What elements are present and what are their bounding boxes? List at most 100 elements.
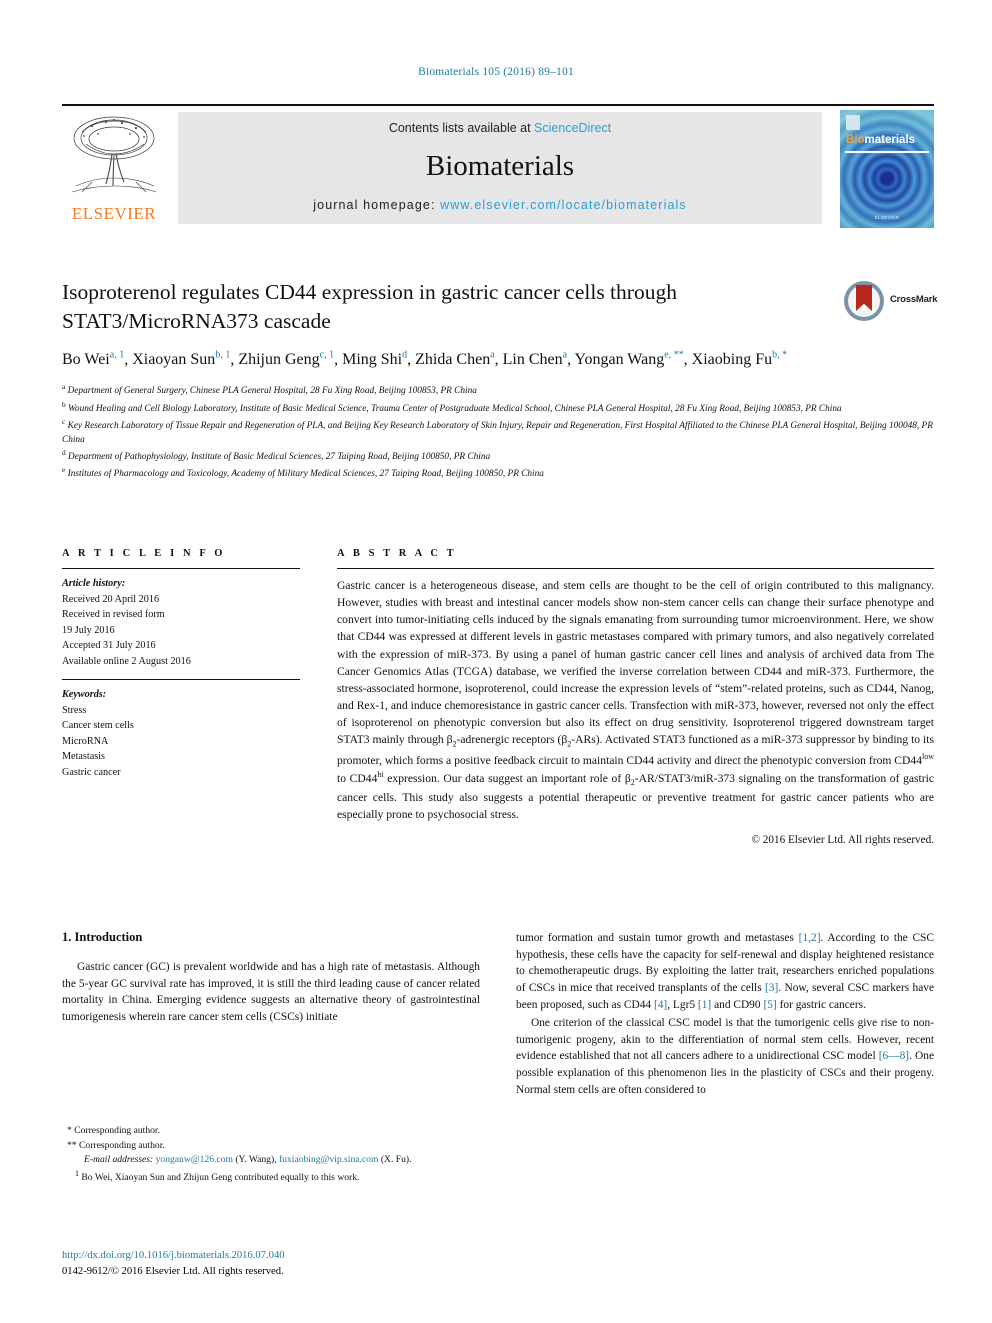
doi-block: http://dx.doi.org/10.1016/j.biomaterials… xyxy=(62,1248,562,1280)
homepage-link[interactable]: www.elsevier.com/locate/biomaterials xyxy=(440,198,687,212)
email-label: E-mail addresses: xyxy=(84,1154,154,1166)
journal-cover-thumbnail: Biomaterials ELSEVIER xyxy=(840,110,934,228)
doi-link[interactable]: http://dx.doi.org/10.1016/j.biomaterials… xyxy=(62,1248,562,1264)
article-info-heading: A R T I C L E I N F O xyxy=(62,548,226,559)
affiliation-text: Institutes of Pharmacology and Toxicolog… xyxy=(67,469,544,480)
contents-text: Contents lists available at xyxy=(388,121,535,135)
body-column-left: 1. Introduction Gastric cancer (GC) is p… xyxy=(62,930,480,1028)
journal-title: Biomaterials xyxy=(425,150,575,182)
author-affil-mark: a, 1 xyxy=(109,349,125,361)
footnote-mark: 1 xyxy=(75,1168,79,1178)
body-paragraph: Gastric cancer (GC) is prevalent worldwi… xyxy=(62,961,480,1023)
article-info-rule xyxy=(62,568,300,569)
keywords-label: Keywords: xyxy=(62,689,107,700)
keywords-rule xyxy=(62,679,300,680)
footnote-emails: E-mail addresses: yonganw@126.com (Y. Wa… xyxy=(62,1153,480,1168)
abstract-copyright: © 2016 Elsevier Ltd. All rights reserved… xyxy=(751,833,935,846)
article-history: Article history: Received 20 April 2016 … xyxy=(62,576,300,669)
keyword-item: Stress xyxy=(62,704,87,716)
keyword-item: Gastric cancer xyxy=(62,766,121,778)
article-info-column: A R T I C L E I N F O Article history: R… xyxy=(62,548,300,780)
history-item: 19 July 2016 xyxy=(62,624,115,636)
article-history-label: Article history: xyxy=(62,578,126,589)
cover-rule xyxy=(845,151,929,153)
footnote-equal-contribution: 1 Bo Wei, Xiaoyan Sun and Zhijun Geng co… xyxy=(62,1168,480,1186)
author-name: Ming Shi xyxy=(342,351,403,369)
body-paragraph: One criterion of the classical CSC model… xyxy=(516,1017,934,1096)
affiliation-item: d Department of Pathophysiology, Institu… xyxy=(62,447,934,464)
journal-homepage-line: journal homepage: www.elsevier.com/locat… xyxy=(178,198,822,212)
affiliation-text: Department of General Surgery, Chinese P… xyxy=(67,386,477,397)
issn-copyright: 0142-9612/© 2016 Elsevier Ltd. All right… xyxy=(62,1265,284,1277)
affiliation-mark: d xyxy=(62,448,66,458)
history-item: Received in revised form xyxy=(62,609,165,620)
citation-link[interactable]: [4] xyxy=(654,999,667,1011)
footnote-equal-text: Bo Wei, Xiaoyan Sun and Zhijun Geng cont… xyxy=(81,1171,360,1183)
body-column-right: tumor formation and sustain tumor growth… xyxy=(516,930,934,1100)
journal-banner: Contents lists available at ScienceDirec… xyxy=(178,112,822,224)
author-affil-mark: c, 1 xyxy=(319,349,335,361)
elsevier-logo: ELSEVIER xyxy=(62,112,166,224)
affiliation-item: e Institutes of Pharmacology and Toxicol… xyxy=(62,464,934,481)
citation-link[interactable]: [1] xyxy=(698,999,711,1011)
keyword-item: Cancer stem cells xyxy=(62,720,134,731)
cover-title-materials: materials xyxy=(864,134,916,146)
author-list: Bo Weia, 1, Xiaoyan Sunb, 1, Zhijun Geng… xyxy=(62,349,788,369)
introduction-heading: 1. Introduction xyxy=(62,930,143,944)
cover-title-bio: Bio xyxy=(846,134,865,146)
author-affil-mark: b, 1 xyxy=(215,349,231,361)
elsevier-tree-icon xyxy=(71,116,157,193)
affiliation-mark: c xyxy=(62,416,66,426)
citation-link[interactable]: [3] xyxy=(765,982,778,994)
email-link-wang[interactable]: yonganw@126.com xyxy=(156,1154,233,1165)
author-affil-mark: b, * xyxy=(772,349,788,361)
title-block: Isoproterenol regulates CD44 expression … xyxy=(62,278,938,482)
keyword-item: MicroRNA xyxy=(62,735,109,747)
crossmark-label: CrossMark xyxy=(890,294,938,305)
citation-link[interactable]: [6—8] xyxy=(879,1050,909,1062)
paper-page: Biomaterials 105 (2016) 89–101 ELSEVIER … xyxy=(0,0,992,1323)
email-link-fu[interactable]: fuxiaobing@vip.sina.com xyxy=(279,1154,378,1165)
citation-link[interactable]: [5] xyxy=(763,999,776,1011)
author-name: Xiaoyan Sun xyxy=(132,351,216,369)
affiliation-text: Department of Pathophysiology, Institute… xyxy=(68,452,491,463)
footnotes-block: * Corresponding author. ** Corresponding… xyxy=(62,1124,480,1186)
body-paragraph: tumor formation and sustain tumor growth… xyxy=(516,932,934,1011)
history-item: Accepted 31 July 2016 xyxy=(62,640,156,651)
affiliations-block: a Department of General Surgery, Chinese… xyxy=(62,381,934,481)
email-owner-fu: (X. Fu). xyxy=(380,1154,412,1166)
history-item: Received 20 April 2016 xyxy=(62,593,160,605)
keywords-block: Keywords: Stress Cancer stem cells Micro… xyxy=(62,687,300,780)
author-name: Xiaobing Fu xyxy=(691,351,773,369)
crossmark-badge[interactable]: CrossMark xyxy=(844,281,938,323)
email-owner-wang: (Y. Wang), xyxy=(235,1154,277,1166)
affiliation-mark: e xyxy=(62,465,66,475)
crossmark-circle-icon xyxy=(844,281,884,321)
affiliation-mark: b xyxy=(62,399,66,409)
citation-link[interactable]: [1,2] xyxy=(799,932,821,944)
contents-line: Contents lists available at ScienceDirec… xyxy=(178,121,822,135)
author-name: Zhida Chen xyxy=(415,351,491,369)
author-name: Lin Chen xyxy=(502,351,563,369)
elsevier-wordmark: ELSEVIER xyxy=(71,204,157,223)
page-title: Isoproterenol regulates CD44 expression … xyxy=(62,280,677,333)
footnote-corresponding-1: * Corresponding author. xyxy=(67,1125,160,1136)
author-affil-mark: a xyxy=(490,349,495,361)
affiliation-item: c Key Research Laboratory of Tissue Repa… xyxy=(62,416,934,447)
author-name: Yongan Wang xyxy=(574,351,665,369)
author-affil-mark: a xyxy=(562,349,568,361)
cover-title: Biomaterials xyxy=(846,134,915,146)
author-name: Bo Wei xyxy=(62,351,110,369)
history-item: Available online 2 August 2016 xyxy=(62,655,191,667)
footnote-corresponding-2: ** Corresponding author. xyxy=(67,1139,165,1151)
cover-footer: ELSEVIER xyxy=(874,215,900,221)
author-affil-mark: d xyxy=(402,349,408,361)
author-affil-mark: e, ** xyxy=(664,349,684,361)
running-head: Biomaterials 105 (2016) 89–101 xyxy=(418,66,574,78)
affiliation-mark: a xyxy=(62,382,66,392)
homepage-label: journal homepage: xyxy=(313,198,441,212)
abstract-text: Gastric cancer is a heterogeneous diseas… xyxy=(337,579,935,821)
abstract-column: A B S T R A C T Gastric cancer is a hete… xyxy=(337,548,934,846)
sciencedirect-link[interactable]: ScienceDirect xyxy=(534,121,611,135)
cover-publisher-badge xyxy=(846,115,860,130)
